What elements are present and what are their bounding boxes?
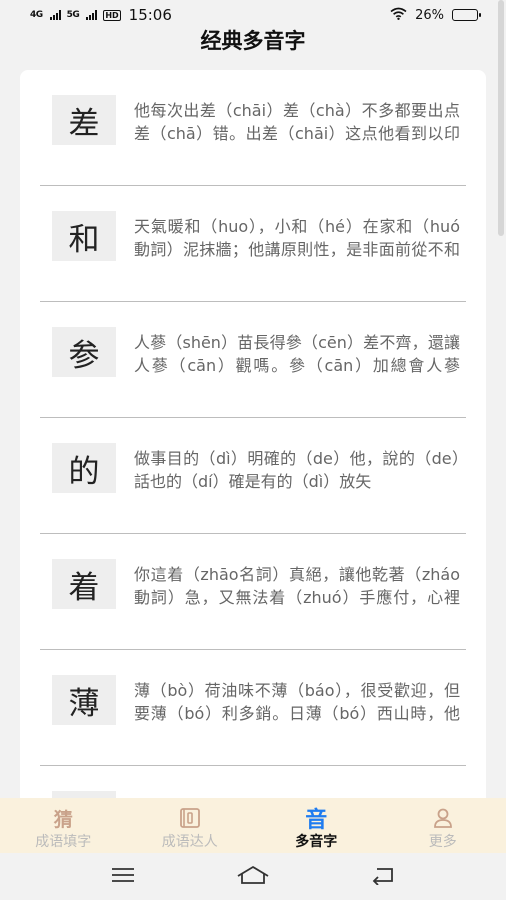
list-item[interactable]: 薄 薄（bò）荷油味不薄（báo），很受歡迎，但要薄（bó）利多銷。日薄（bó）… (40, 650, 466, 766)
nav-label: 成语达人 (161, 834, 218, 850)
scrollbar[interactable] (498, 0, 504, 236)
menu-icon[interactable] (110, 866, 136, 888)
nav-item-polyphonic[interactable]: 音 多音字 (253, 798, 380, 853)
network-4g-label: 4G (30, 9, 43, 20)
entry-character: 差 (52, 95, 116, 145)
polyphonic-list[interactable]: 差 他每次出差（chāi）差（chà）不多都要出点差（chā）错。出差（chāi… (20, 70, 486, 830)
nav-label: 成语填字 (35, 834, 92, 850)
battery-icon (452, 9, 481, 21)
entry-description: 天氣暖和（huo），小和（hé）在家和（huó動詞）泥抹牆；他講原則性，是非面前… (134, 217, 460, 259)
entry-description: 薄（bò）荷油味不薄（báo），很受歡迎，但要薄（bó）利多銷。日薄（bó）西山… (134, 681, 460, 723)
status-time: 15:06 (128, 6, 172, 24)
profile-icon (432, 806, 454, 830)
entry-description: 他每次出差（chāi）差（chà）不多都要出点差（chā）错。出差（chāi）这… (134, 101, 460, 143)
book-icon (179, 806, 201, 830)
nav-label: 多音字 (295, 834, 338, 850)
signal-icon (49, 10, 61, 20)
entry-character: 参 (52, 327, 116, 377)
list-item[interactable]: 和 天氣暖和（huo），小和（hé）在家和（huó動詞）泥抹牆；他講原則性，是非… (40, 186, 466, 302)
network-5g-label: 5G (66, 9, 80, 20)
wifi-icon (390, 7, 407, 24)
battery-percent: 26% (415, 7, 444, 23)
entry-character: 的 (52, 443, 116, 493)
status-left: 4G 5G HD 15:06 (30, 6, 172, 24)
list-item[interactable]: 着 你這着（zhāo名詞）真絕，讓他乾著（zháo動詞）急，又無法着（zhuó）… (40, 534, 466, 650)
entry-character: 薄 (52, 675, 116, 725)
back-icon[interactable] (370, 865, 396, 889)
sound-icon: 音 (305, 808, 328, 833)
guess-icon: 猜 (53, 808, 73, 831)
status-right: 26% (390, 7, 481, 24)
list-item[interactable]: 差 他每次出差（chāi）差（chà）不多都要出点差（chā）错。出差（chāi… (40, 70, 466, 186)
nav-item-more[interactable]: 更多 (380, 798, 506, 853)
hd-badge: HD (103, 9, 121, 21)
entry-character: 着 (52, 559, 116, 609)
system-nav-bar (0, 853, 506, 900)
page-title: 经典多音字 (200, 29, 306, 53)
entry-description: 做事目的（dì）明確的（de）他，說的（de）話也的（dí）確是有的（dì）放矢 (134, 449, 460, 491)
list-item[interactable]: 参 人蔘（shēn）苗長得參（cēn）差不齊，還讓人蔘（cān）觀嗎。參（cān… (40, 302, 466, 418)
list-item[interactable]: 的 做事目的（dì）明確的（de）他，說的（de）話也的（dí）確是有的（dì）… (40, 418, 466, 534)
nav-item-idiom-fill[interactable]: 猜 成语填字 (0, 798, 127, 853)
bottom-nav: 猜 成语填字 成语达人 音 多音字 更多 (0, 798, 506, 853)
entry-character: 和 (52, 211, 116, 261)
entry-description: 人蔘（shēn）苗長得參（cēn）差不齊，還讓人蔘（cān）觀嗎。參（cān）加… (134, 333, 460, 375)
home-icon[interactable] (236, 865, 270, 889)
signal-icon-2 (86, 10, 98, 20)
status-bar: 4G 5G HD 15:06 26% (0, 0, 506, 30)
entry-description: 你這着（zhāo名詞）真絕，讓他乾著（zháo動詞）急，又無法着（zhuó）手應… (134, 565, 460, 607)
nav-item-idiom-master[interactable]: 成语达人 (127, 798, 254, 853)
nav-label: 更多 (428, 834, 457, 850)
